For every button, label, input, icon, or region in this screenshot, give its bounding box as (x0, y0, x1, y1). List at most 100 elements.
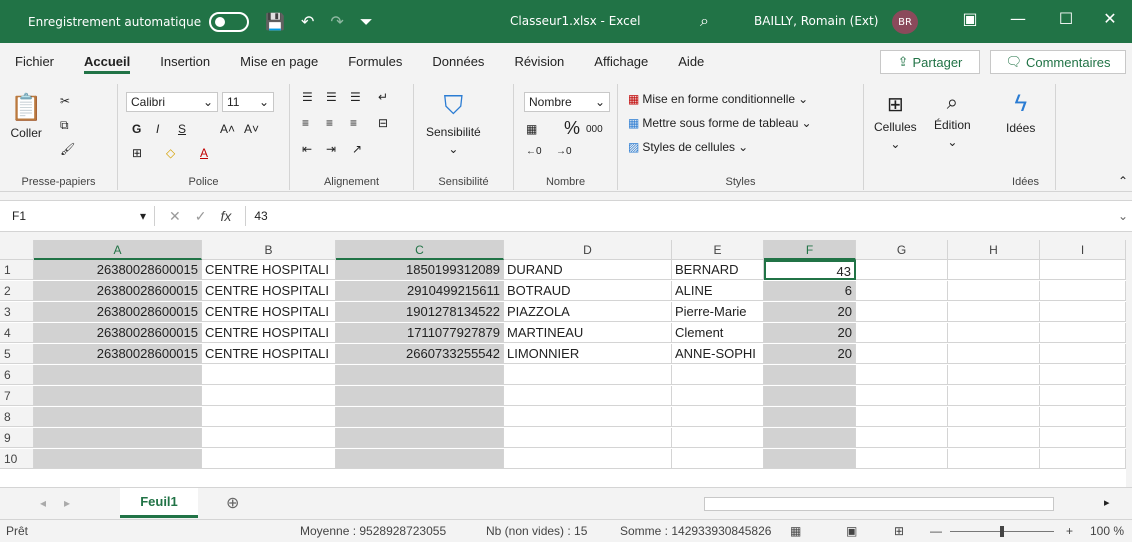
undo-icon[interactable]: ↶ (301, 12, 314, 31)
zoom-out-icon[interactable]: — (930, 524, 942, 538)
cell-h9[interactable] (948, 428, 1040, 448)
cell-h6[interactable] (948, 365, 1040, 385)
add-sheet-icon[interactable]: ⊕ (226, 493, 239, 513)
align-bottom-icon[interactable]: ☰ (350, 90, 361, 104)
cell-i10[interactable] (1040, 449, 1126, 469)
cell-i5[interactable] (1040, 344, 1126, 364)
zoom-level[interactable]: 100 % (1090, 524, 1124, 538)
cell-f3[interactable]: 20 (764, 302, 856, 322)
autosave-toggle[interactable] (209, 11, 250, 32)
cell-b8[interactable] (202, 407, 336, 427)
cell-f1[interactable]: 43 (764, 260, 856, 280)
font-color-icon[interactable]: A (200, 146, 208, 160)
cell-e5[interactable]: ANNE-SOPHI (672, 344, 764, 364)
select-all-corner[interactable] (0, 240, 34, 260)
cell-g3[interactable] (856, 302, 948, 322)
customize-quick-access-icon[interactable]: ⏷ (360, 12, 373, 32)
ideas-button[interactable]: ϟ Idées (1006, 90, 1035, 135)
save-icon[interactable]: 💾 (265, 12, 285, 31)
comments-button[interactable]: 🗨 Commentaires (990, 50, 1126, 74)
cell-d3[interactable]: PIAZZOLA (504, 302, 672, 322)
cell-i4[interactable] (1040, 323, 1126, 343)
row-header[interactable]: 6 (0, 365, 34, 385)
row-header[interactable]: 2 (0, 281, 34, 301)
scroll-right-icon[interactable]: ▸ (1104, 496, 1110, 509)
cell-a10[interactable] (34, 449, 202, 469)
cell-a6[interactable] (34, 365, 202, 385)
cell-e1[interactable]: BERNARD (672, 260, 764, 280)
increase-decimal-icon[interactable]: ←0 (526, 146, 542, 157)
cell-e7[interactable] (672, 386, 764, 406)
row-header[interactable]: 1 (0, 260, 34, 280)
cell-f5[interactable]: 20 (764, 344, 856, 364)
cell-d2[interactable]: BOTRAUD (504, 281, 672, 301)
cell-e3[interactable]: Pierre-Marie (672, 302, 764, 322)
align-center-icon[interactable]: ≡ (326, 116, 333, 130)
cell-g2[interactable] (856, 281, 948, 301)
cell-i3[interactable] (1040, 302, 1126, 322)
cell-a4[interactable]: 26380028600015 (34, 323, 202, 343)
tab-mise-en-page[interactable]: Mise en page (225, 43, 333, 80)
redo-icon[interactable]: ↷ (330, 12, 343, 31)
cell-d9[interactable] (504, 428, 672, 448)
cell-a3[interactable]: 26380028600015 (34, 302, 202, 322)
decrease-font-icon[interactable]: A˅ (244, 122, 259, 136)
cell-d7[interactable] (504, 386, 672, 406)
cell-e8[interactable] (672, 407, 764, 427)
next-sheet-icon[interactable]: ▸ (64, 496, 70, 510)
tab-affichage[interactable]: Affichage (579, 43, 663, 80)
align-middle-icon[interactable]: ☰ (326, 90, 337, 104)
cell-a5[interactable]: 26380028600015 (34, 344, 202, 364)
increase-indent-icon[interactable]: ⇥ (326, 142, 336, 156)
column-header-i[interactable]: I (1040, 240, 1126, 260)
collapse-ribbon-icon[interactable]: ⌃ (1118, 174, 1128, 188)
thousands-button[interactable]: 000 (586, 124, 603, 135)
italic-button[interactable]: I (156, 122, 159, 136)
font-size-dropdown[interactable]: 11 ⌄ (222, 92, 274, 112)
cell-b4[interactable]: CENTRE HOSPITALI (202, 323, 336, 343)
paste-button[interactable]: 📋 Coller (10, 92, 42, 140)
column-header-b[interactable]: B (202, 240, 336, 260)
format-painter-icon[interactable]: 🖌 (60, 142, 75, 156)
sensitivity-button[interactable]: ⛉ Sensibilité ⌄ (426, 90, 481, 156)
bold-button[interactable]: G (132, 122, 141, 136)
expand-formula-icon[interactable]: ⌄ (1118, 209, 1128, 223)
decrease-indent-icon[interactable]: ⇤ (302, 142, 312, 156)
orientation-icon[interactable]: ↗ (352, 142, 362, 156)
align-right-icon[interactable]: ≡ (350, 116, 357, 130)
cell-i9[interactable] (1040, 428, 1126, 448)
decrease-decimal-icon[interactable]: →0 (556, 146, 572, 157)
number-format-dropdown[interactable]: Nombre ⌄ (524, 92, 610, 112)
cell-i6[interactable] (1040, 365, 1126, 385)
cell-c6[interactable] (336, 365, 504, 385)
cell-g9[interactable] (856, 428, 948, 448)
underline-button[interactable]: S (178, 122, 186, 136)
cell-e6[interactable] (672, 365, 764, 385)
cell-f6[interactable] (764, 365, 856, 385)
fill-color-icon[interactable]: ◇ (166, 146, 175, 160)
cells-button[interactable]: ⊞ Cellules ⌄ (874, 92, 917, 151)
cell-i8[interactable] (1040, 407, 1126, 427)
cell-a1[interactable]: 26380028600015 (34, 260, 202, 280)
cell-f4[interactable]: 20 (764, 323, 856, 343)
copy-icon[interactable]: ⧉ (60, 118, 69, 133)
zoom-slider-thumb[interactable] (1000, 526, 1004, 537)
cell-c3[interactable]: 1901278134522 (336, 302, 504, 322)
avatar[interactable]: BR (892, 10, 918, 34)
page-break-icon[interactable]: ⊞ (894, 524, 904, 538)
cell-g6[interactable] (856, 365, 948, 385)
cell-c5[interactable]: 2660733255542 (336, 344, 504, 364)
tab-aide[interactable]: Aide (663, 43, 719, 80)
name-box[interactable]: F1 ▾ (4, 204, 154, 228)
cell-h10[interactable] (948, 449, 1040, 469)
cell-d1[interactable]: DURAND (504, 260, 672, 280)
column-header-c[interactable]: C (336, 240, 504, 260)
confirm-icon[interactable]: ✓ (195, 208, 207, 225)
edition-button[interactable]: ⌕ Édition ⌄ (934, 92, 971, 149)
tab-accueil[interactable]: Accueil (69, 43, 145, 80)
cell-f7[interactable] (764, 386, 856, 406)
page-layout-icon[interactable]: ▣ (846, 524, 857, 538)
cell-g7[interactable] (856, 386, 948, 406)
cell-g4[interactable] (856, 323, 948, 343)
row-header[interactable]: 10 (0, 449, 34, 469)
